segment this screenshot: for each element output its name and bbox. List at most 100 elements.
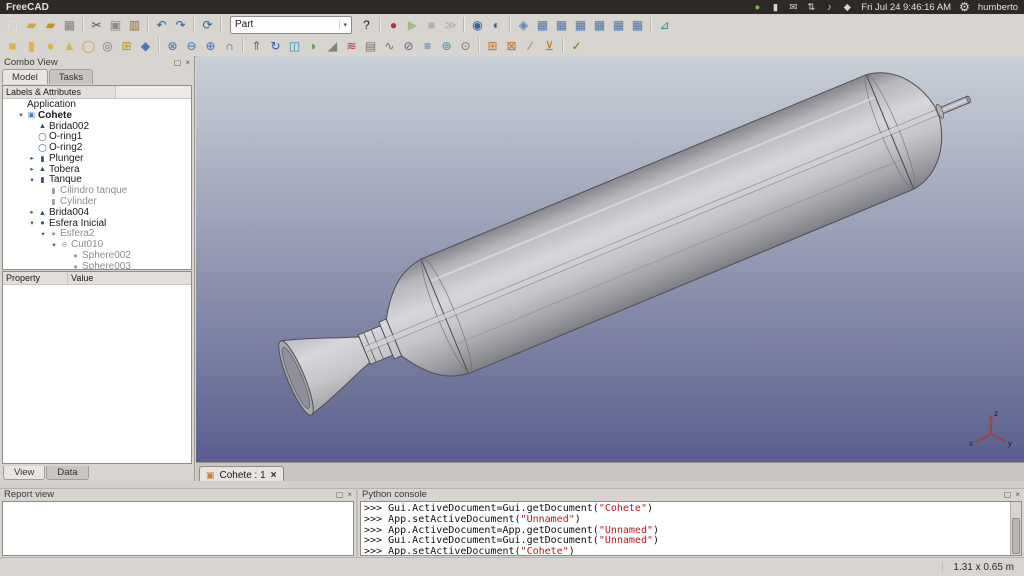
expander-icon[interactable]: ▾ bbox=[39, 230, 47, 238]
part-check-geometry-icon[interactable]: ✓ bbox=[567, 37, 586, 54]
part-tube-icon[interactable]: ◎ bbox=[98, 37, 117, 54]
tree-item-plunger[interactable]: ▸▮Plunger bbox=[3, 153, 191, 164]
part-ruled-surface-icon[interactable]: ≋ bbox=[342, 37, 361, 54]
part-boolean-icon[interactable]: ⊗ bbox=[163, 37, 182, 54]
mail-icon[interactable]: ✉ bbox=[787, 1, 799, 13]
tree-item-sphere003[interactable]: ●Sphere003 bbox=[3, 261, 191, 270]
part-box-icon[interactable]: ■ bbox=[3, 37, 22, 54]
part-compound-icon[interactable]: ⊞ bbox=[483, 37, 502, 54]
tree-item-esfera-inicial[interactable]: ▾●Esfera Inicial bbox=[3, 218, 191, 229]
part-torus-icon[interactable]: ◯ bbox=[79, 37, 98, 54]
open-file-icon[interactable]: ▰ bbox=[22, 16, 41, 33]
workbench-selector[interactable]: Part ▾ bbox=[230, 16, 352, 34]
macro-execute-icon[interactable]: ▶ bbox=[403, 16, 422, 33]
part-intersection-icon[interactable]: ∩ bbox=[220, 37, 239, 54]
volume-icon[interactable]: ♪ bbox=[823, 1, 835, 13]
close-tab-icon[interactable]: × bbox=[271, 470, 277, 481]
tree-item-o-ring1[interactable]: ◯O-ring1 bbox=[3, 131, 191, 142]
part-offset-icon[interactable]: ⊚ bbox=[437, 37, 456, 54]
expander-icon[interactable]: ▾ bbox=[17, 111, 25, 119]
draw-style-icon[interactable]: ◐ bbox=[487, 16, 506, 33]
copy-icon[interactable]: ▣ bbox=[106, 16, 125, 33]
macro-stop-icon[interactable]: ■ bbox=[422, 16, 441, 33]
expander-icon[interactable]: ▾ bbox=[28, 176, 36, 184]
save-icon[interactable]: ▰ bbox=[41, 16, 60, 33]
network-icon[interactable]: ⇅ bbox=[805, 1, 817, 13]
tab-tasks[interactable]: Tasks bbox=[49, 69, 93, 84]
bluetooth-icon[interactable]: ◆ bbox=[841, 1, 853, 13]
tree-item-esfera2[interactable]: ▾●Esfera2 bbox=[3, 229, 191, 240]
property-column-header[interactable]: Property bbox=[3, 272, 68, 284]
tree-item-tobera[interactable]: ▸▲Tobera bbox=[3, 164, 191, 175]
cut-icon[interactable]: ✂ bbox=[87, 16, 106, 33]
zoom-fit-icon[interactable]: ◉ bbox=[468, 16, 487, 33]
macro-record-icon[interactable]: ● bbox=[384, 16, 403, 33]
tree-item-brida002[interactable]: ▲Brida002 bbox=[3, 121, 191, 132]
part-cut-icon[interactable]: ⊖ bbox=[182, 37, 201, 54]
expander-icon[interactable]: ▾ bbox=[28, 219, 36, 227]
refresh-icon[interactable]: ⟳ bbox=[198, 16, 217, 33]
macro-debug-icon[interactable]: ≫ bbox=[441, 16, 460, 33]
console-scrollbar-thumb[interactable] bbox=[1012, 518, 1020, 554]
tree-item-sphere002[interactable]: ●Sphere002 bbox=[3, 250, 191, 261]
3d-viewport[interactable]: z y x bbox=[196, 56, 1024, 462]
part-union-icon[interactable]: ⊕ bbox=[201, 37, 220, 54]
part-thickness-icon[interactable]: ⊙ bbox=[456, 37, 475, 54]
tree-item-cohete[interactable]: ▾▣Cohete bbox=[3, 110, 191, 121]
close-panel-icon[interactable]: × bbox=[185, 59, 190, 67]
value-column-header[interactable]: Value bbox=[68, 272, 191, 284]
part-cross-sections-icon[interactable]: ≡ bbox=[418, 37, 437, 54]
paste-icon[interactable]: ▥ bbox=[125, 16, 144, 33]
undo-icon[interactable]: ↶ bbox=[152, 16, 171, 33]
session-gear-icon[interactable]: ⚙ bbox=[959, 0, 970, 14]
expander-icon[interactable]: ▸ bbox=[28, 165, 36, 173]
close-panel-icon[interactable]: × bbox=[347, 491, 352, 499]
redo-icon[interactable]: ↷ bbox=[171, 16, 190, 33]
part-shapebuilder-icon[interactable]: ◆ bbox=[136, 37, 155, 54]
tree-item-o-ring2[interactable]: ◯O-ring2 bbox=[3, 142, 191, 153]
print-icon[interactable]: ▦ bbox=[60, 16, 79, 33]
part-boolean-fragments-icon[interactable]: ⊠ bbox=[502, 37, 521, 54]
part-mirror-icon[interactable]: ◫ bbox=[285, 37, 304, 54]
python-console-input[interactable]: >>> Gui.ActiveDocument=Gui.getDocument("… bbox=[360, 501, 1022, 556]
tree-item-brida004[interactable]: ▸▲Brida004 bbox=[3, 207, 191, 218]
view-bottom-icon[interactable]: ▦ bbox=[609, 16, 628, 33]
indicator-app-icon[interactable]: ● bbox=[751, 1, 763, 13]
3d-scene[interactable]: z y x bbox=[196, 56, 1024, 462]
tree-item-tanque[interactable]: ▾▮Tanque bbox=[3, 175, 191, 186]
view-front-icon[interactable]: ▦ bbox=[533, 16, 552, 33]
view-right-icon[interactable]: ▦ bbox=[571, 16, 590, 33]
float-panel-icon[interactable]: ▢ bbox=[1004, 491, 1012, 499]
part-fillet-icon[interactable]: ◗ bbox=[304, 37, 323, 54]
part-cylinder-icon[interactable]: ▮ bbox=[22, 37, 41, 54]
part-xor-icon[interactable]: ⊻ bbox=[540, 37, 559, 54]
view-rear-icon[interactable]: ▦ bbox=[590, 16, 609, 33]
close-panel-icon[interactable]: × bbox=[1015, 491, 1020, 499]
new-file-icon[interactable]: ▢ bbox=[3, 16, 22, 33]
tree-item-application[interactable]: Application bbox=[3, 99, 191, 110]
measure-icon[interactable]: ⊿ bbox=[655, 16, 674, 33]
console-scrollbar[interactable] bbox=[1010, 502, 1021, 555]
expander-icon[interactable]: ▸ bbox=[28, 154, 36, 162]
part-revolve-icon[interactable]: ↻ bbox=[266, 37, 285, 54]
tree-column-header[interactable]: Labels & Attributes bbox=[3, 86, 116, 98]
part-primitives-icon[interactable]: ⊞ bbox=[117, 37, 136, 54]
expander-icon[interactable]: ▾ bbox=[50, 241, 58, 249]
view-top-icon[interactable]: ▦ bbox=[552, 16, 571, 33]
tree-item-cut010[interactable]: ▾⊖Cut010 bbox=[3, 239, 191, 250]
float-panel-icon[interactable]: ▢ bbox=[336, 491, 344, 499]
username[interactable]: humberto bbox=[978, 2, 1018, 13]
part-sphere-icon[interactable]: ● bbox=[41, 37, 60, 54]
tree-item-cylinder[interactable]: ▮Cylinder bbox=[3, 196, 191, 207]
expander-icon[interactable]: ▸ bbox=[28, 208, 36, 216]
tab-view[interactable]: View bbox=[3, 466, 45, 480]
part-cone-icon[interactable]: ▲ bbox=[60, 37, 79, 54]
view-left-icon[interactable]: ▦ bbox=[628, 16, 647, 33]
clock[interactable]: Fri Jul 24 9:46:16 AM bbox=[861, 2, 951, 13]
float-panel-icon[interactable]: ▢ bbox=[174, 59, 182, 67]
view-isometric-icon[interactable]: ◈ bbox=[514, 16, 533, 33]
part-chamfer-icon[interactable]: ◢ bbox=[323, 37, 342, 54]
tab-model[interactable]: Model bbox=[2, 69, 48, 84]
whats-this-icon[interactable]: ? bbox=[357, 16, 376, 33]
tab-data[interactable]: Data bbox=[46, 466, 88, 480]
